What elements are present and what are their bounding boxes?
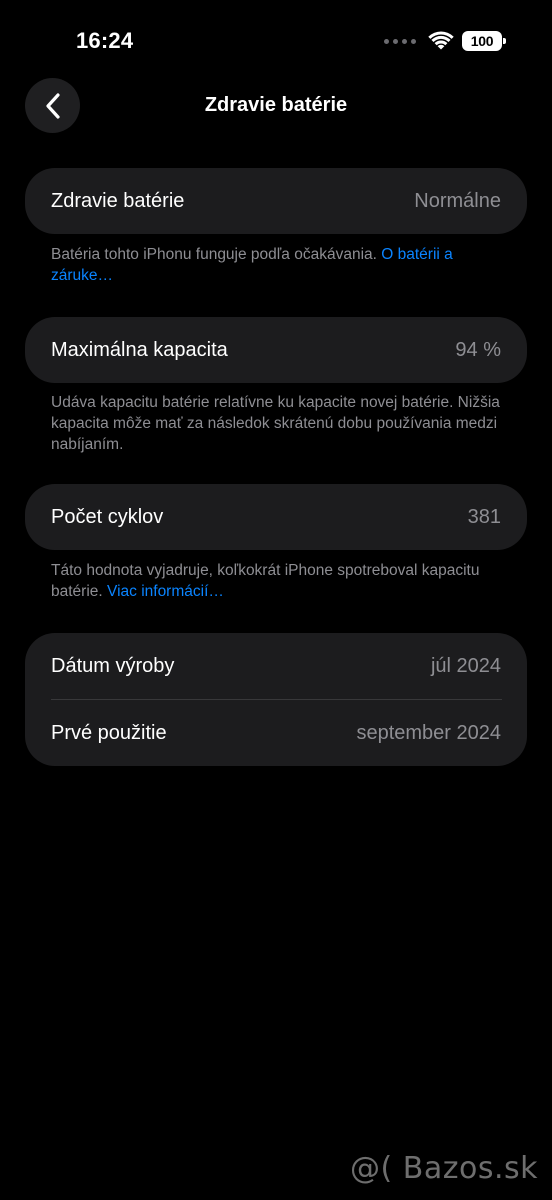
manufacture-date-label: Dátum výroby — [51, 654, 175, 677]
first-use-row[interactable]: Prvé použitie september 2024 — [25, 700, 527, 766]
cycle-count-card: Počet cyklov 381 — [25, 484, 527, 550]
cycle-count-row[interactable]: Počet cyklov 381 — [25, 484, 527, 550]
max-capacity-value: 94 % — [455, 338, 501, 361]
first-use-label: Prvé použitie — [51, 721, 167, 744]
manufacture-date-row[interactable]: Dátum výroby júl 2024 — [25, 633, 527, 699]
battery-icon: 100 — [462, 31, 506, 51]
battery-health-card: Zdravie batérie Normálne — [25, 168, 527, 234]
page-title: Zdravie batérie — [204, 94, 348, 116]
max-capacity-note: Udáva kapacitu batérie relatívne ku kapa… — [51, 394, 500, 453]
max-capacity-card: Maximálna kapacita 94 % — [25, 317, 527, 383]
battery-level: 100 — [470, 33, 494, 49]
battery-health-row[interactable]: Zdravie batérie Normálne — [25, 168, 527, 234]
battery-health-label: Zdravie batérie — [51, 189, 185, 212]
max-capacity-row[interactable]: Maximálna kapacita 94 % — [25, 317, 527, 383]
more-info-link[interactable]: Viac informácií… — [107, 583, 224, 600]
signal-dots-icon — [384, 38, 416, 44]
cycle-count-label: Počet cyklov — [51, 505, 164, 528]
battery-health-note: Batéria tohto iPhonu funguje podľa očaká… — [51, 244, 501, 286]
dates-card: Dátum výroby júl 2024 Prvé použitie sept… — [25, 633, 527, 766]
battery-health-value: Normálne — [414, 189, 501, 212]
max-capacity-label: Maximálna kapacita — [51, 338, 228, 361]
wifi-icon — [428, 31, 454, 51]
battery-health-note-text: Batéria tohto iPhonu funguje podľa očaká… — [51, 246, 382, 263]
status-icons: 100 — [384, 28, 506, 54]
cycle-count-note: Táto hodnota vyjadruje, koľkokrát iPhone… — [51, 560, 501, 602]
bazos-watermark: @( Bazos.sk — [350, 1151, 538, 1186]
cycle-count-value: 381 — [467, 505, 501, 528]
status-time: 16:24 — [76, 28, 134, 53]
manufacture-date-value: júl 2024 — [430, 654, 501, 677]
first-use-value: september 2024 — [356, 721, 501, 744]
